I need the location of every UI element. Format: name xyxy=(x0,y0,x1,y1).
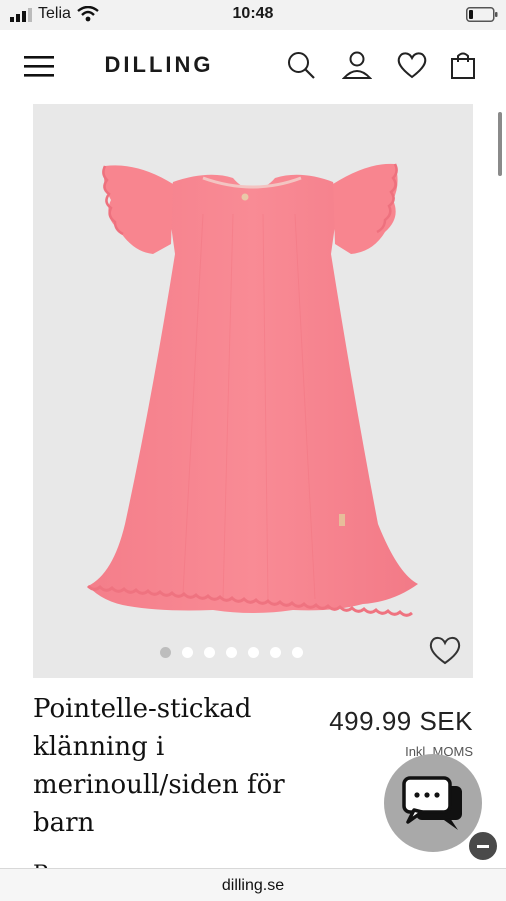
chat-bubble-icon xyxy=(402,776,462,830)
product-image-gallery[interactable] xyxy=(33,104,473,678)
product-price: 499.99 SEK xyxy=(329,706,473,736)
product-image xyxy=(86,163,418,617)
gallery-dot[interactable] xyxy=(248,647,259,658)
gallery-dot[interactable] xyxy=(226,647,237,658)
minimize-chat-button[interactable] xyxy=(467,830,499,862)
wishlist-icon[interactable] xyxy=(397,50,427,80)
gallery-dot[interactable] xyxy=(270,647,281,658)
gallery-dot[interactable] xyxy=(292,647,303,658)
gallery-dot[interactable] xyxy=(182,647,193,658)
url-text: dilling.se xyxy=(221,877,285,894)
status-time: 10:48 xyxy=(232,5,274,22)
search-icon[interactable] xyxy=(286,50,316,80)
product-title-line: barn xyxy=(33,808,95,838)
chat-button[interactable] xyxy=(384,754,482,852)
gallery-pagination xyxy=(33,647,303,658)
battery-icon xyxy=(466,7,498,22)
shopping-bag-icon[interactable] xyxy=(448,50,478,80)
product-title: Pointelle-stickad klänning i merinoull/s… xyxy=(33,690,293,842)
status-bar: Telia 10:48 xyxy=(0,0,506,30)
gallery-dot[interactable] xyxy=(204,647,215,658)
product-title-line: Pointelle-stickad xyxy=(33,694,252,724)
site-header: DILLING xyxy=(0,30,506,102)
account-icon[interactable] xyxy=(342,50,372,80)
product-title-line: klänning i xyxy=(33,732,165,762)
product-title-line: merinoull/siden för xyxy=(33,770,285,800)
brand-logo[interactable]: DILLING xyxy=(0,52,318,78)
scrollbar[interactable] xyxy=(498,112,502,176)
browser-url-bar[interactable]: dilling.se xyxy=(0,868,506,901)
add-to-wishlist-heart-icon[interactable] xyxy=(429,634,461,666)
gallery-dot[interactable] xyxy=(160,647,171,658)
